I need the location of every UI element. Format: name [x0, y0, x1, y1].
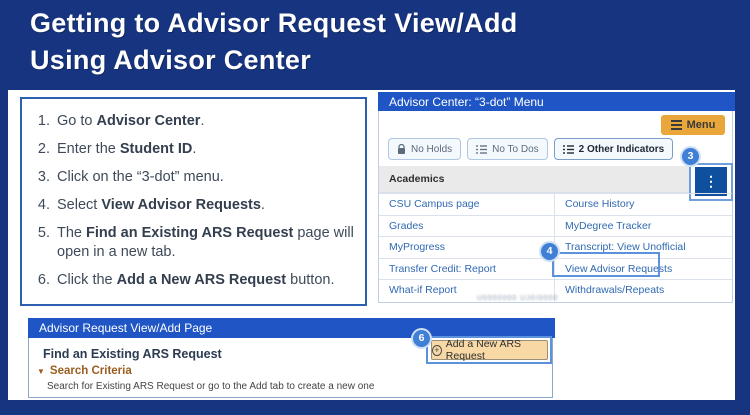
hamburger-icon	[671, 120, 682, 130]
list-icon	[476, 145, 487, 154]
step-number: 1.	[32, 112, 50, 131]
kebab-icon: ⋮	[704, 173, 718, 190]
step4-highlight-box	[552, 252, 660, 277]
pill-label: No Holds	[411, 144, 452, 155]
search-hint-text: Search for Existing ARS Request or go to…	[47, 381, 374, 392]
page-title-line1: Getting to Advisor Request View/Add	[30, 5, 518, 42]
redacted-student-id: U0000000 UJ0I0000	[477, 295, 558, 302]
menu-button[interactable]: Menu	[661, 115, 725, 135]
lock-icon	[397, 144, 406, 155]
step-text: Go to Advisor Center.	[57, 112, 204, 131]
link-csu-campus-page[interactable]: CSU Campus page	[379, 194, 554, 215]
slide: Getting to Advisor Request View/Add Usin…	[0, 0, 750, 415]
three-dot-menu-button[interactable]: ⋮	[695, 167, 727, 196]
link-mydegree-tracker[interactable]: MyDegree Tracker	[554, 216, 732, 237]
step-text: Enter the Student ID.	[57, 140, 196, 159]
link-withdrawals-repeats[interactable]: Withdrawals/Repeats	[554, 280, 732, 301]
instruction-step-5: 5. The Find an Existing ARS Request page…	[32, 224, 357, 262]
add-button-label: Add a New ARS Request	[446, 338, 547, 362]
link-transfer-credit-report[interactable]: Transfer Credit: Report	[379, 259, 554, 280]
instruction-step-3: 3. Click on the “3-dot” menu.	[32, 168, 357, 187]
plus-icon: +	[432, 345, 442, 356]
step3-badge: 3	[682, 148, 699, 165]
pill-label: No To Dos	[492, 144, 539, 155]
step-number: 2.	[32, 140, 50, 159]
no-to-dos-pill[interactable]: No To Dos	[467, 138, 548, 160]
table-row: CSU Campus page Course History	[379, 193, 732, 215]
link-myprogress[interactable]: MyProgress	[379, 237, 554, 258]
add-new-ars-request-button[interactable]: + Add a New ARS Request	[431, 340, 548, 360]
instruction-step-4: 4. Select View Advisor Requests.	[32, 196, 357, 215]
link-course-history[interactable]: Course History	[554, 194, 732, 215]
triangle-down-icon: ▼	[37, 367, 45, 376]
find-existing-ars-title: Find an Existing ARS Request	[43, 347, 222, 361]
step-number: 5.	[32, 224, 50, 262]
step-number: 3.	[32, 168, 50, 187]
other-indicators-pill[interactable]: 2 Other Indicators	[554, 138, 674, 160]
menu-button-label: Menu	[687, 119, 716, 131]
instruction-step-2: 2. Enter the Student ID.	[32, 140, 357, 159]
step-number: 6.	[32, 271, 50, 290]
advisor-center-screenshot: Advisor Center: “3-dot” Menu Menu No Hol…	[378, 92, 733, 303]
search-criteria-label: Search Criteria	[50, 365, 132, 377]
instructions-panel: 1. Go to Advisor Center. 2. Enter the St…	[20, 97, 367, 306]
step-text: Click on the “3-dot” menu.	[57, 168, 224, 187]
step-text: Click the Add a New ARS Request button.	[57, 271, 334, 290]
step4-badge: 4	[541, 243, 558, 260]
search-criteria-toggle[interactable]: ▼ Search Criteria	[37, 365, 132, 377]
pill-label: 2 Other Indicators	[579, 144, 665, 155]
list-icon	[563, 145, 574, 154]
step-text: The Find an Existing ARS Request page wi…	[57, 224, 357, 262]
instruction-step-6: 6. Click the Add a New ARS Request butto…	[32, 271, 357, 290]
request-page-screenshot: Advisor Request View/Add Page Find an Ex…	[28, 318, 553, 398]
advisor-center-header: Advisor Center: “3-dot” Menu	[378, 92, 735, 111]
step6-badge: 6	[413, 330, 430, 347]
step-text: Select View Advisor Requests.	[57, 196, 265, 215]
page-title-line2: Using Advisor Center	[30, 42, 518, 79]
no-holds-pill[interactable]: No Holds	[388, 138, 461, 160]
indicator-pills: No Holds No To Dos 2 Other Indicators	[388, 138, 673, 160]
step-number: 4.	[32, 196, 50, 215]
table-row: Grades MyDegree Tracker	[379, 215, 732, 237]
instruction-step-1: 1. Go to Advisor Center.	[32, 112, 357, 131]
link-grades[interactable]: Grades	[379, 216, 554, 237]
academics-section-header: Academics	[379, 166, 689, 193]
request-page-header: Advisor Request View/Add Page	[28, 318, 555, 338]
page-title: Getting to Advisor Request View/Add Usin…	[30, 5, 518, 79]
